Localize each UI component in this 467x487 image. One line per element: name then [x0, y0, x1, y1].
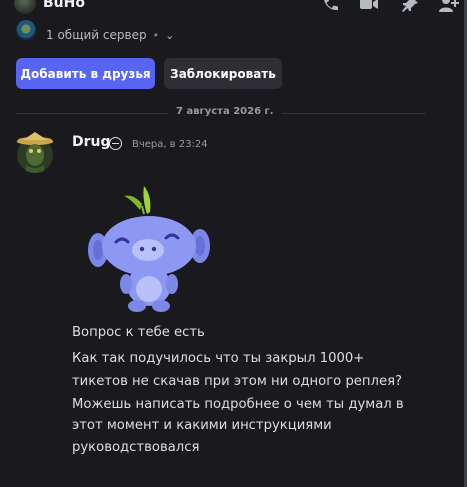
pin-icon[interactable] [400, 0, 420, 12]
author-avatar[interactable] [14, 131, 56, 173]
header-username[interactable]: BuHo [43, 0, 85, 11]
mutual-servers[interactable]: 1 общий сервер • ⌄ [16, 20, 175, 46]
phone-call-icon[interactable] [320, 0, 340, 12]
chevron-down-icon: ⌄ [165, 28, 175, 42]
add-friend-icon[interactable] [439, 0, 459, 12]
block-button[interactable]: Заблокировать [164, 58, 282, 89]
add-friend-button[interactable]: Добавить в друзья [16, 58, 155, 89]
message-timestamp: Вчера, в 23:24 [132, 139, 208, 150]
dnd-status-icon [109, 137, 122, 150]
mutual-servers-label: 1 общий сервер [46, 28, 147, 42]
message-line: тикетов не скачав при этом ни одного реп… [72, 374, 403, 389]
message-line: руководствовался [72, 440, 200, 455]
date-divider: 7 августа 2026 г. [168, 106, 282, 117]
server-icon [16, 20, 36, 40]
video-call-icon[interactable] [359, 0, 379, 12]
separator-dot: • [152, 28, 160, 42]
message-line: Можешь написать подробнее о чем ты думал… [72, 397, 404, 412]
message-author[interactable]: Drug [72, 134, 111, 150]
user-avatar[interactable] [14, 0, 36, 14]
message-line: Вопрос к тебе есть [72, 325, 205, 340]
channel-header: BuHo [0, 0, 467, 18]
wumpus-sticker[interactable] [82, 176, 217, 316]
message-line: этот момент и какими инструкциями [72, 418, 332, 433]
message-line: Как так подучилось что ты закрыл 1000+ [72, 351, 365, 366]
